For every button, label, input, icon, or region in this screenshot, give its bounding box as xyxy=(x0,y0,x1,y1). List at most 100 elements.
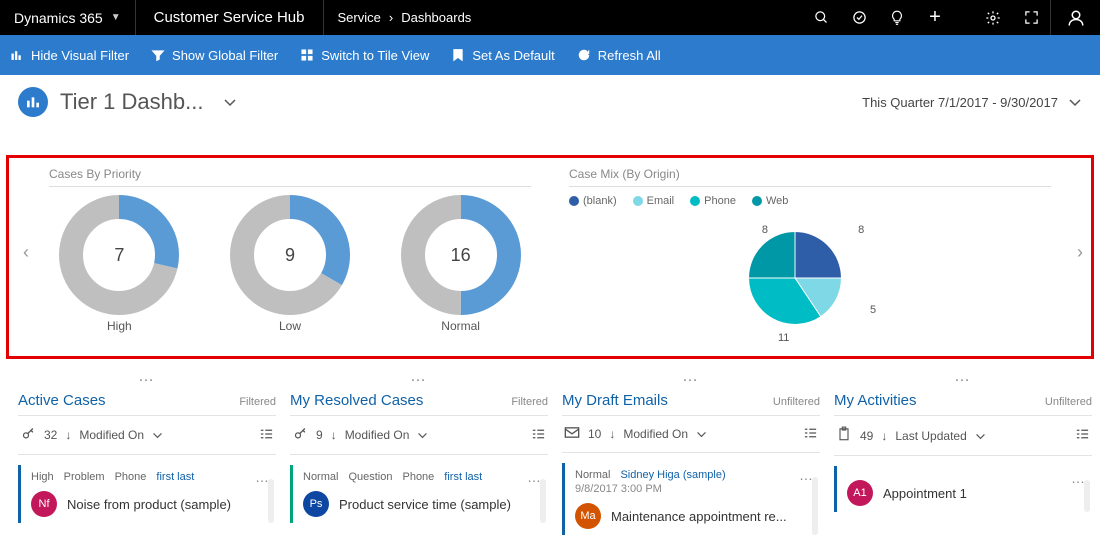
sort-field[interactable]: Modified On xyxy=(345,428,410,442)
stream-view-icon[interactable] xyxy=(1074,428,1090,443)
cases-by-priority-card: Cases By Priority 7 High 9 Low 16 Normal xyxy=(35,159,545,355)
stream-card[interactable]: NormalQuestionPhonefirst last … Ps Produ… xyxy=(290,465,548,523)
stream-type-icon xyxy=(20,426,36,444)
date-range-picker[interactable]: This Quarter 7/1/2017 - 9/30/2017 xyxy=(862,95,1082,110)
stream-menu[interactable]: … xyxy=(290,368,548,392)
donut-normal[interactable]: 16 Normal xyxy=(401,195,521,333)
card-title: Maintenance appointment re... xyxy=(611,509,787,524)
stream-filter-state: Filtered xyxy=(239,396,276,408)
dashboard-picker[interactable] xyxy=(223,95,237,110)
top-nav: Dynamics 365 ▼ Customer Service Hub Serv… xyxy=(0,0,1100,35)
carousel-next[interactable]: › xyxy=(1068,240,1092,264)
fullscreen-icon[interactable] xyxy=(1012,10,1050,25)
brand-menu[interactable]: Dynamics 365 ▼ xyxy=(0,0,136,35)
switch-tile-view-button[interactable]: Switch to Tile View xyxy=(300,48,429,63)
sort-direction-icon[interactable]: ↓ xyxy=(65,428,71,442)
user-icon[interactable] xyxy=(1050,0,1100,35)
stream-toolbar: 32 ↓ Modified On xyxy=(18,416,276,455)
sort-field[interactable]: Modified On xyxy=(79,428,144,442)
scrollbar[interactable] xyxy=(812,477,818,535)
avatar: Nf xyxy=(31,491,57,517)
stream-type-icon xyxy=(292,426,308,444)
scrollbar[interactable] xyxy=(1084,480,1090,512)
breadcrumb-dashboards[interactable]: Dashboards xyxy=(401,10,471,25)
sort-direction-icon[interactable]: ↓ xyxy=(331,428,337,442)
stream-my draft emails: … My Draft Emails Unfiltered 10 ↓ Modifi… xyxy=(562,368,820,535)
stream-card[interactable]: HighProblemPhonefirst last … Nf Noise fr… xyxy=(18,465,276,523)
card-title: Noise from product (sample) xyxy=(67,497,231,512)
chevron-down-icon[interactable] xyxy=(696,430,707,438)
sort-direction-icon[interactable]: ↓ xyxy=(609,427,615,441)
sort-field[interactable]: Last Updated xyxy=(895,429,966,443)
stream-menu[interactable]: … xyxy=(562,368,820,392)
stream-my activities: … My Activities Unfiltered 49 ↓ Last Upd… xyxy=(834,368,1092,535)
avatar: Ps xyxy=(303,491,329,517)
scrollbar[interactable] xyxy=(268,479,274,523)
stream-count: 10 xyxy=(588,427,601,441)
stream-toolbar: 49 ↓ Last Updated xyxy=(834,416,1092,456)
stream-active cases: … Active Cases Filtered 32 ↓ Modified On… xyxy=(18,368,276,535)
breadcrumb: Service › Dashboards xyxy=(324,0,486,35)
search-icon[interactable] xyxy=(802,10,840,25)
stream-view-icon[interactable] xyxy=(258,428,274,443)
hide-visual-filter-button[interactable]: Hide Visual Filter xyxy=(10,48,129,63)
page-header: Tier 1 Dashb... This Quarter 7/1/2017 - … xyxy=(0,75,1100,129)
command-bar: Hide Visual Filter Show Global Filter Sw… xyxy=(0,35,1100,75)
brand-label: Dynamics 365 xyxy=(14,10,103,26)
set-default-button[interactable]: Set As Default xyxy=(451,48,554,63)
stream-count: 9 xyxy=(316,428,323,442)
lightbulb-icon[interactable] xyxy=(878,10,916,26)
task-icon[interactable] xyxy=(840,10,878,25)
chart-title: Case Mix (By Origin) xyxy=(569,167,1051,187)
avatar: Ma xyxy=(575,503,601,529)
scrollbar[interactable] xyxy=(540,479,546,523)
card-title: Appointment 1 xyxy=(883,486,967,501)
stream-filter-state: Unfiltered xyxy=(1045,396,1092,408)
avatar: A1 xyxy=(847,480,873,506)
stream-menu[interactable]: … xyxy=(18,368,276,392)
stream-toolbar: 10 ↓ Modified On xyxy=(562,416,820,453)
stream-toolbar: 9 ↓ Modified On xyxy=(290,416,548,455)
hub-name[interactable]: Customer Service Hub xyxy=(136,0,324,35)
visual-filter-row: Cases By Priority 7 High 9 Low 16 Normal… xyxy=(35,159,1065,355)
show-global-filter-button[interactable]: Show Global Filter xyxy=(151,48,278,63)
stream-view-icon[interactable] xyxy=(530,428,546,443)
stream-card[interactable]: NormalSidney Higa (sample)9/8/2017 3:00 … xyxy=(562,463,820,535)
pie-legend: (blank) Email Phone Web xyxy=(569,195,1051,207)
top-icons: + xyxy=(802,0,1050,35)
stream-type-icon xyxy=(564,426,580,442)
streams-row: … Active Cases Filtered 32 ↓ Modified On… xyxy=(18,368,1095,535)
donut-low[interactable]: 9 Low xyxy=(230,195,350,333)
dashboard-icon xyxy=(18,87,48,117)
stream-count: 49 xyxy=(860,429,873,443)
sort-direction-icon[interactable]: ↓ xyxy=(881,429,887,443)
add-icon[interactable]: + xyxy=(916,6,954,29)
page-title: Tier 1 Dashb... xyxy=(60,89,203,115)
donut-high[interactable]: 7 High xyxy=(59,195,179,333)
chevron-down-icon[interactable] xyxy=(417,431,428,439)
stream-count: 32 xyxy=(44,428,57,442)
stream-filter-state: Unfiltered xyxy=(773,396,820,408)
stream-title[interactable]: My Activities xyxy=(834,392,917,409)
case-mix-card: Case Mix (By Origin) (blank) Email Phone… xyxy=(555,159,1065,355)
chevron-down-icon[interactable] xyxy=(975,432,986,440)
pie-chart[interactable]: 85118 xyxy=(730,213,890,343)
chevron-down-icon[interactable] xyxy=(152,431,163,439)
card-title: Product service time (sample) xyxy=(339,497,511,512)
stream-title[interactable]: Active Cases xyxy=(18,392,106,409)
chevron-down-icon: ▼ xyxy=(111,12,121,23)
stream-my resolved cases: … My Resolved Cases Filtered 9 ↓ Modifie… xyxy=(290,368,548,535)
stream-title[interactable]: My Resolved Cases xyxy=(290,392,423,409)
chart-title: Cases By Priority xyxy=(49,167,531,187)
sort-field[interactable]: Modified On xyxy=(623,427,688,441)
stream-card[interactable]: … A1 Appointment 1 xyxy=(834,466,1092,512)
gear-icon[interactable] xyxy=(974,10,1012,26)
stream-type-icon xyxy=(836,426,852,445)
refresh-all-button[interactable]: Refresh All xyxy=(577,48,661,63)
stream-filter-state: Filtered xyxy=(511,396,548,408)
stream-menu[interactable]: … xyxy=(834,368,1092,392)
stream-view-icon[interactable] xyxy=(802,427,818,442)
chevron-right-icon: › xyxy=(389,10,393,25)
stream-title[interactable]: My Draft Emails xyxy=(562,392,668,409)
breadcrumb-service[interactable]: Service xyxy=(338,10,381,25)
